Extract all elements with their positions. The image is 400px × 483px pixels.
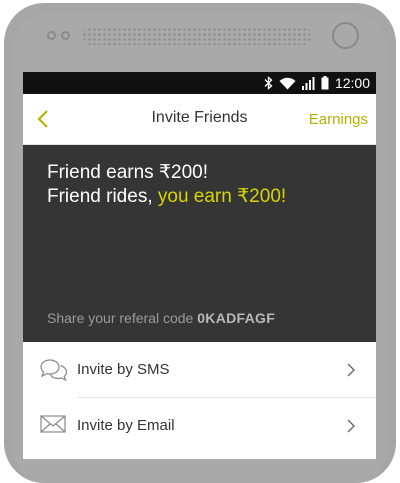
friend-earns-text: Friend earns ₹200! (47, 162, 209, 183)
bluetooth-icon (264, 76, 273, 90)
invite-by-sms-label: Invite by SMS (77, 361, 170, 378)
envelope-icon (40, 415, 66, 433)
status-bar: 12:00 (23, 72, 376, 94)
chat-bubbles-icon (40, 359, 68, 382)
front-lens-icon (332, 22, 359, 49)
signal-icon (301, 76, 315, 90)
status-time: 12:00 (334, 75, 370, 91)
invite-options-list: Invite by SMS Invite by Email (23, 342, 376, 454)
referral-code-line: Share your referal code 0KADFAGF (47, 310, 275, 326)
proximity-sensor-icon (61, 31, 70, 40)
invite-by-email-row[interactable]: Invite by Email (23, 398, 376, 454)
friend-rides-text: Friend rides, you earn ₹200! (47, 185, 286, 208)
status-icons: 12:00 (264, 74, 370, 92)
phone-screen: 12:00 Invite Friends Earnings Friend ear… (23, 72, 376, 459)
referral-banner: Friend earns ₹200! Friend rides, you ear… (23, 145, 376, 342)
invite-by-email-label: Invite by Email (77, 417, 175, 434)
speaker-grille (82, 27, 312, 45)
referral-code: 0KADFAGF (197, 310, 276, 326)
chevron-right-icon (347, 419, 355, 433)
wifi-icon (279, 77, 296, 89)
chevron-right-icon (347, 363, 355, 377)
you-earn-highlight: you earn ₹200! (157, 186, 287, 207)
friend-rides-prefix: Friend rides, (47, 186, 158, 207)
app-bar: Invite Friends Earnings (23, 94, 376, 145)
invite-by-sms-row[interactable]: Invite by SMS (23, 342, 376, 398)
referral-code-label: Share your referal code (47, 310, 198, 326)
front-camera-icon (47, 31, 56, 40)
battery-icon (321, 76, 329, 90)
earnings-link[interactable]: Earnings (309, 111, 368, 128)
